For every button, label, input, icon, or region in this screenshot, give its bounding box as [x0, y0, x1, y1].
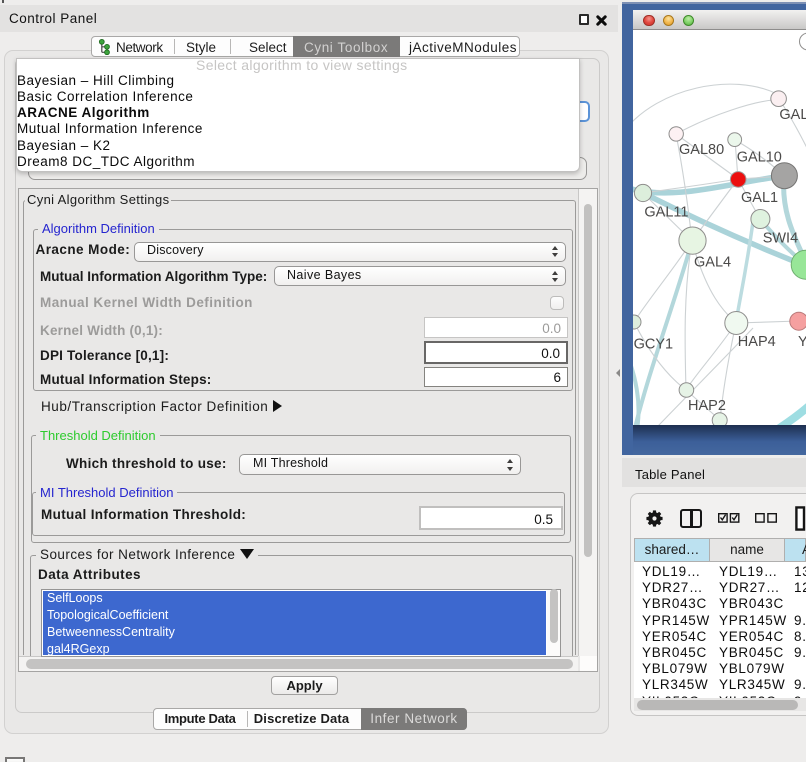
svg-text:HAP2: HAP2: [688, 398, 726, 414]
svg-text:GAL1: GAL1: [741, 190, 778, 206]
svg-text:GAL11: GAL11: [644, 205, 688, 221]
svg-text:HAP4: HAP4: [738, 334, 776, 350]
svg-text:GCY1: GCY1: [634, 337, 674, 353]
svg-text:GAL10: GAL10: [737, 150, 782, 166]
svg-text:GAL80: GAL80: [679, 142, 724, 158]
svg-text:SWI4: SWI4: [763, 231, 798, 247]
svg-text:GAL2: GAL2: [779, 107, 806, 123]
svg-text:Y: Y: [798, 334, 806, 350]
svg-text:GAL4: GAL4: [694, 255, 731, 271]
